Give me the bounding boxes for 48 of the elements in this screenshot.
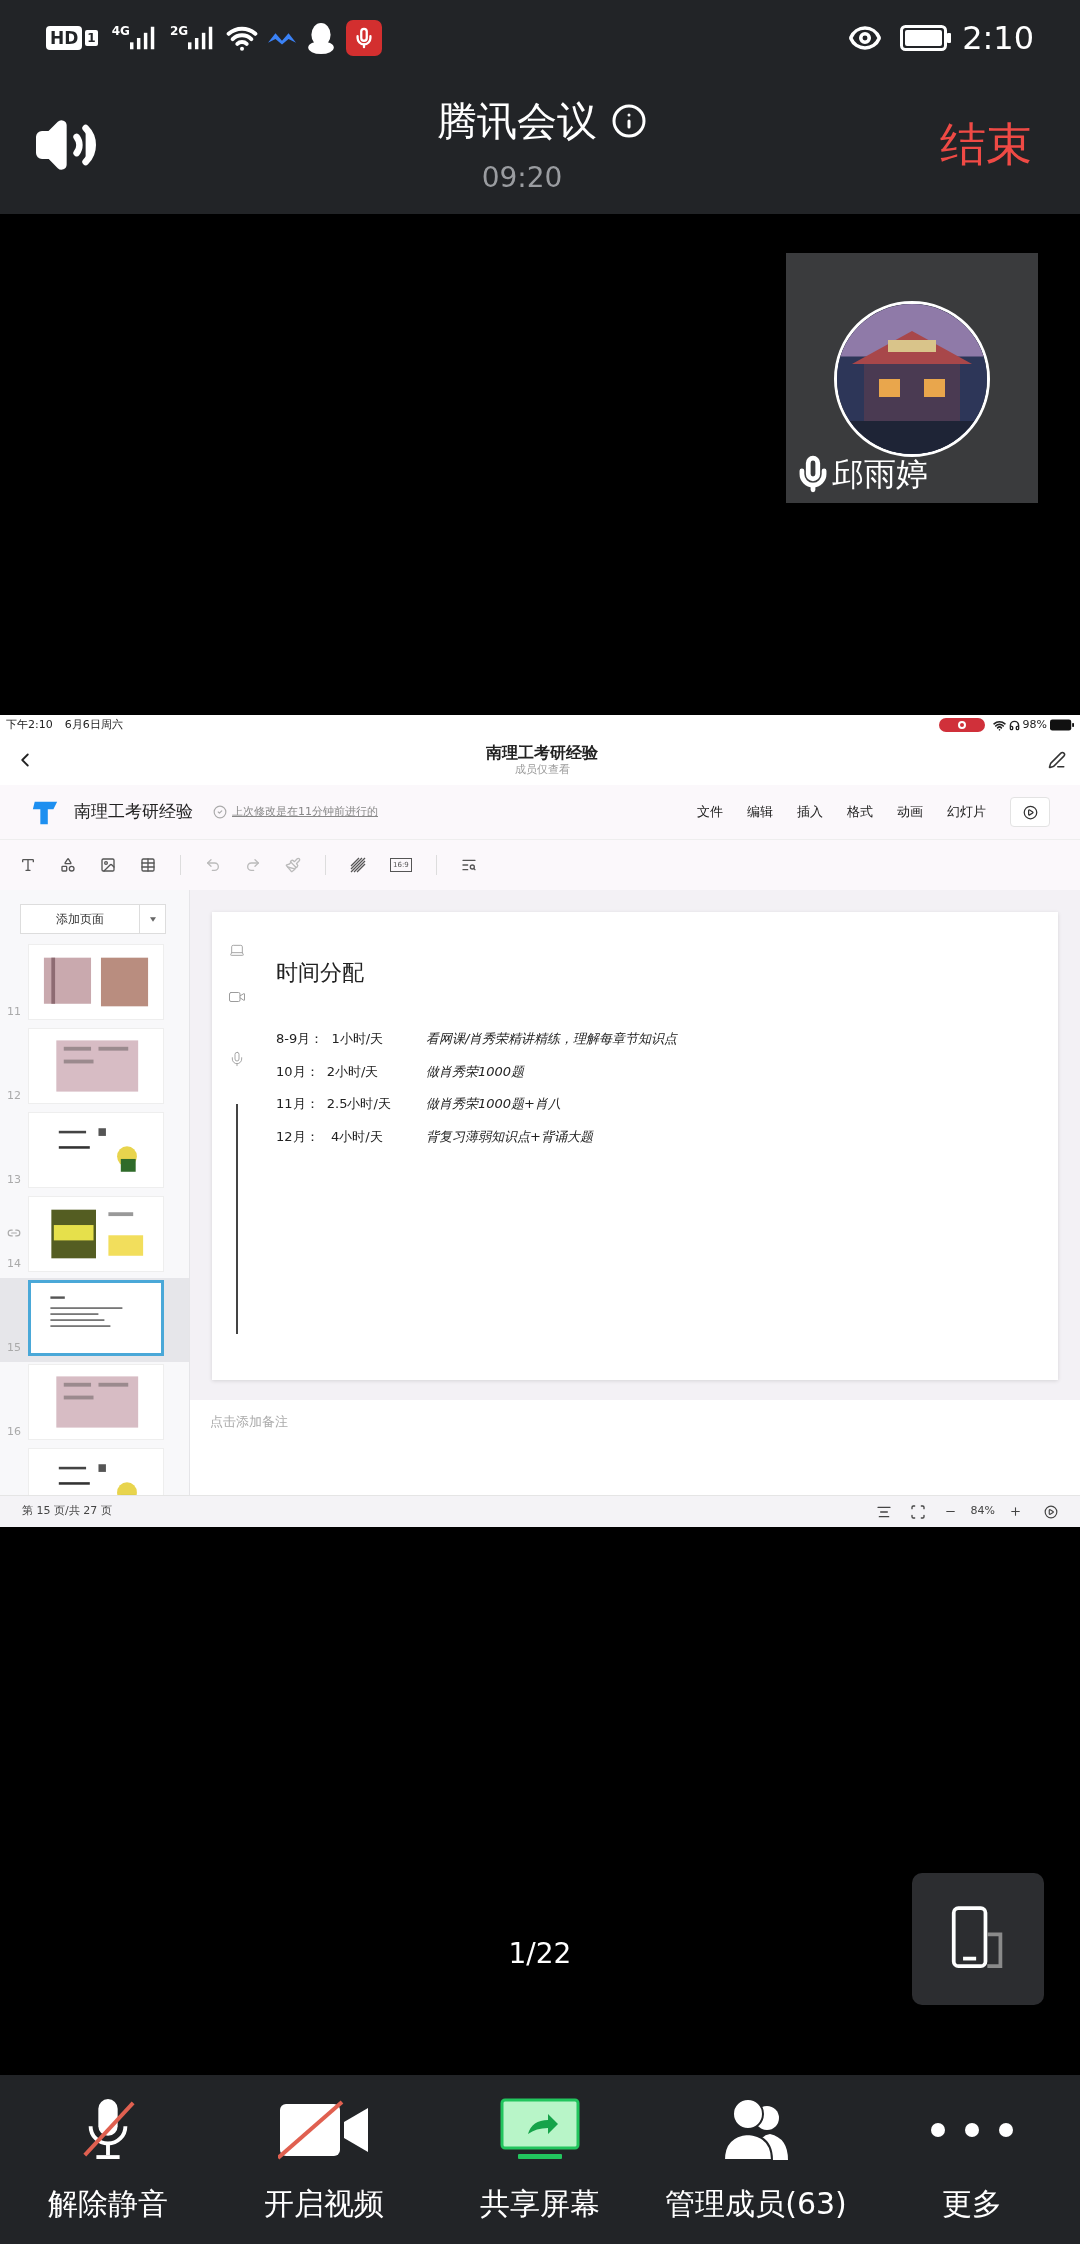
schedule-task: 做肖秀荣1000题 <box>426 1062 525 1081</box>
toolbar-control[interactable]: 开启视频 <box>216 2075 432 2244</box>
slide-number: 13 <box>7 1171 21 1188</box>
slide-number: 16 <box>7 1423 21 1440</box>
schedule-period: 11月： 2.5小时/天 <box>276 1095 392 1113</box>
slide-number: 14 <box>7 1255 21 1272</box>
menu-item[interactable]: 插入 <box>797 802 823 822</box>
schedule-period: 10月： 2小时/天 <box>276 1062 380 1081</box>
menu-item[interactable]: 编辑 <box>747 802 773 822</box>
menu-item[interactable]: 文件 <box>697 802 723 822</box>
document-title: 南理工考研经验 <box>486 743 598 764</box>
slide-title: 时间分配 <box>276 959 365 987</box>
schedule-task: 背复习薄弱知识点+背诵大题 <box>426 1127 593 1146</box>
notes-panel[interactable]: 点击添加备注 <box>190 1400 1080 1495</box>
slide-number: 12 <box>7 1087 21 1104</box>
toolbar-control[interactable]: 管理成员(63) <box>648 2075 864 2244</box>
participant-tile[interactable]: 邱雨婷 <box>786 253 1038 503</box>
toolbar-control[interactable]: 解除静音 <box>0 2075 216 2244</box>
toolbar-control[interactable]: 共享屏幕 <box>432 2075 648 2244</box>
slide-number: 15 <box>7 1339 21 1356</box>
schedule-task: 看网课/肖秀荣精讲精练，理解每章节知识点 <box>426 1030 678 1048</box>
meeting-timer: 09:20 <box>481 159 563 196</box>
add-page-button[interactable]: 添加页面 <box>20 904 166 934</box>
schedule-period: 12月： 4小时/天 <box>276 1127 384 1146</box>
menu-item[interactable]: 格式 <box>847 802 873 822</box>
menu-item[interactable]: 幻灯片 <box>947 802 986 822</box>
last-edit-link[interactable]: 上次修改是在11分钟前进行的 <box>232 803 378 821</box>
schedule-period: 8-9月： 1小时/天 <box>276 1030 385 1048</box>
participant-name: 邱雨婷 <box>832 458 928 490</box>
ipad-time: 下午2:10 <box>6 716 53 733</box>
network-label: 4G <box>111 23 130 40</box>
view-mode-label: 成员仅查看 <box>514 763 570 777</box>
menu-item[interactable]: 动画 <box>897 802 923 822</box>
zoom-level: 84% <box>970 1503 995 1520</box>
hd-badge: HD <box>46 25 83 50</box>
network-label: 2G <box>169 23 189 40</box>
toolbar-control[interactable]: 更多 <box>864 2075 1080 2244</box>
battery-level: 98% <box>1022 716 1047 733</box>
page-indicator: 1/22 <box>508 1936 572 1972</box>
document-name: 南理工考研经验 <box>74 800 193 824</box>
end-meeting-button[interactable]: 结束 <box>940 110 1032 179</box>
clock: 2:10 <box>962 17 1034 59</box>
ipad-date: 6月6日周六 <box>64 716 123 733</box>
schedule-task: 做肖秀荣1000题+肖八 <box>426 1095 561 1113</box>
meeting-title: 腾讯会议 <box>437 96 597 146</box>
slide-number: 11 <box>7 1003 21 1020</box>
sim-badge: 1 <box>85 29 98 46</box>
page-count: 第 15 页/共 27 页 <box>22 1503 112 1520</box>
